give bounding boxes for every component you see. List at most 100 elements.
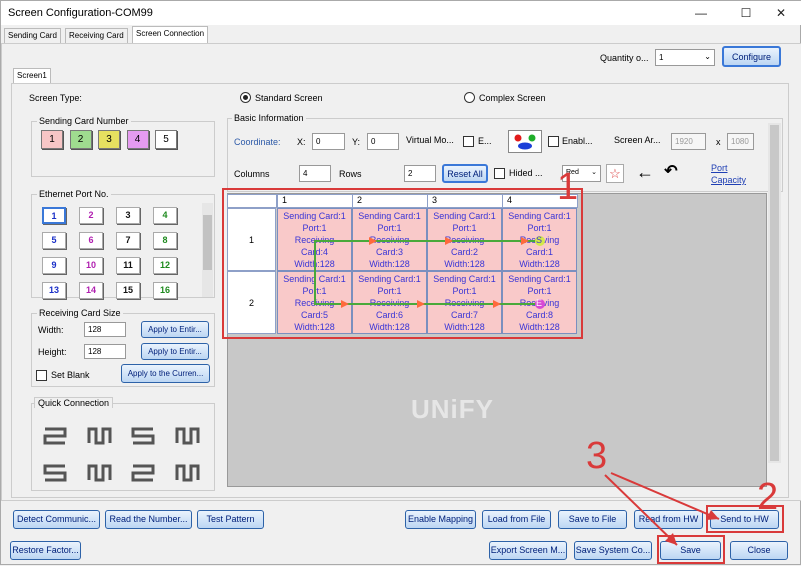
apply-entire-height-button[interactable]: Apply to Entir... <box>141 343 209 360</box>
ethernet-port-15-button[interactable]: 15 <box>116 282 140 299</box>
star-icon[interactable]: ☆ <box>606 164 624 183</box>
rc-size-title: Receiving Card Size <box>37 308 123 318</box>
sending-card-3-button[interactable]: 3 <box>98 130 120 149</box>
ethernet-port-3-button[interactable]: 3 <box>116 207 140 224</box>
annotation-1: 1 <box>557 166 579 208</box>
y-label: Y: <box>352 137 361 147</box>
restore-factory-button[interactable]: Restore Factor... <box>10 541 81 560</box>
ethernet-port-16-button[interactable]: 16 <box>153 282 177 299</box>
quick-connection-pattern-icon[interactable] <box>85 423 115 449</box>
rows-label: Rows <box>339 169 362 179</box>
export-screen-button[interactable]: Export Screen M... <box>489 541 567 560</box>
standard-screen-radio[interactable] <box>240 92 251 103</box>
width-label: Width: <box>38 325 64 335</box>
close-window-button[interactable]: ✕ <box>761 1 801 25</box>
window-title: Screen Configuration-COM99 <box>8 7 153 19</box>
undo-icon[interactable]: ↶ <box>660 163 682 183</box>
ethernet-port-11-button[interactable]: 11 <box>116 257 140 274</box>
quick-connection-pattern-icon[interactable] <box>173 423 203 449</box>
y-input[interactable]: 0 <box>367 133 399 150</box>
save-system-config-button[interactable]: Save System Co... <box>574 541 652 560</box>
ethernet-port-6-button[interactable]: 6 <box>79 232 103 249</box>
tab-receiving-card[interactable]: Receiving Card <box>65 28 128 43</box>
tab-sending-card[interactable]: Sending Card <box>4 28 61 43</box>
set-blank-checkbox[interactable] <box>36 370 47 381</box>
grid-highlight-box <box>222 188 583 339</box>
x-input[interactable]: 0 <box>312 133 345 150</box>
ethernet-scrollbar[interactable] <box>202 203 213 297</box>
load-from-file-button[interactable]: Load from File <box>482 510 551 529</box>
ethernet-port-1-button[interactable]: 1 <box>42 207 66 224</box>
coordinate-label: Coordinate: <box>234 137 281 147</box>
scrollbar-thumb[interactable] <box>203 215 212 270</box>
reset-all-button[interactable]: Reset All <box>442 164 488 183</box>
ethernet-title: Ethernet Port No. <box>37 189 111 199</box>
ethernet-port-8-button[interactable]: 8 <box>153 232 177 249</box>
quick-connection-title: Quick Connection <box>34 397 114 408</box>
save-to-file-button[interactable]: Save to File <box>558 510 627 529</box>
quick-connection-pattern-icon[interactable] <box>129 460 159 486</box>
enable-mapping-button[interactable]: Enable Mapping <box>405 510 476 529</box>
sending-card-4-button[interactable]: 4 <box>126 130 149 149</box>
read-from-hw-button[interactable]: Read from HW <box>634 510 703 529</box>
sending-card-5-button[interactable]: 5 <box>155 130 177 149</box>
port-link[interactable]: Port <box>711 163 728 173</box>
ethernet-port-2-button[interactable]: 2 <box>79 207 103 224</box>
width-input[interactable]: 128 <box>84 322 126 337</box>
scrollbar-thumb[interactable] <box>770 125 779 461</box>
quick-connection-pattern-icon[interactable] <box>173 460 203 486</box>
sending-card-title: Sending Card Number <box>37 116 131 126</box>
ethernet-port-9-button[interactable]: 9 <box>42 257 66 274</box>
basic-info-title: Basic Information <box>232 113 306 123</box>
annotation-3: 3 <box>586 435 608 477</box>
ethernet-port-13-button[interactable]: 13 <box>42 282 66 299</box>
configure-button[interactable]: Configure <box>722 46 781 67</box>
y-value: 0 <box>371 137 376 146</box>
enable-checkbox[interactable] <box>548 136 559 147</box>
tab-screen1[interactable]: Screen1 <box>13 68 51 84</box>
annotation-2: 2 <box>757 476 779 518</box>
screen-area-label: Screen Ar... <box>614 135 661 145</box>
sending-card-1-button[interactable]: 1 <box>41 130 63 149</box>
quantity-select[interactable]: 1 ⌄ <box>655 49 715 66</box>
ethernet-port-5-button[interactable]: 5 <box>42 232 66 249</box>
hided-checkbox[interactable] <box>494 168 505 179</box>
ethernet-port-4-button[interactable]: 4 <box>153 207 177 224</box>
x-value: 0 <box>316 137 321 146</box>
ethernet-port-12-button[interactable]: 12 <box>153 257 177 274</box>
virtual-mode-checkbox[interactable] <box>463 136 474 147</box>
capacity-link[interactable]: Capacity <box>711 175 746 185</box>
close-button[interactable]: Close <box>730 541 788 560</box>
maximize-button[interactable]: ☐ <box>726 1 766 25</box>
quantity-label: Quantity o... <box>600 53 649 63</box>
apply-entire-width-button[interactable]: Apply to Entir... <box>141 321 209 338</box>
arrow-left-icon[interactable]: ← <box>634 163 656 183</box>
ethernet-port-10-button[interactable]: 10 <box>79 257 103 274</box>
ethernet-port-14-button[interactable]: 14 <box>79 282 103 299</box>
virtual-e-label: E... <box>478 136 492 146</box>
apply-current-button[interactable]: Apply to the Curren... <box>121 364 210 383</box>
window: Screen Configuration-COM99 — ☐ ✕ Sending… <box>0 0 801 565</box>
detect-communication-button[interactable]: Detect Communic... <box>13 510 100 529</box>
height-input[interactable]: 128 <box>84 344 126 359</box>
sending-card-2-button[interactable]: 2 <box>69 130 92 149</box>
rgb-color-icon[interactable] <box>508 130 542 153</box>
rows-value: 2 <box>408 169 413 178</box>
columns-input[interactable]: 4 <box>299 165 331 182</box>
screen-area-height-value: 1080 <box>731 137 749 146</box>
quick-connection-pattern-icon[interactable] <box>41 460 71 486</box>
ethernet-port-7-button[interactable]: 7 <box>116 232 140 249</box>
screen-area-width-value: 1920 <box>675 137 693 146</box>
tab-screen-connection[interactable]: Screen Connection <box>132 26 209 44</box>
enable-label: Enabl... <box>562 136 593 146</box>
read-number-button[interactable]: Read the Number... <box>105 510 192 529</box>
rows-input[interactable]: 2 <box>404 165 436 182</box>
test-pattern-button[interactable]: Test Pattern <box>197 510 264 529</box>
quick-connection-pattern-icon[interactable] <box>85 460 115 486</box>
canvas-scrollbar[interactable] <box>768 123 781 463</box>
minimize-button[interactable]: — <box>681 1 721 25</box>
quick-connection-pattern-icon[interactable] <box>41 423 71 449</box>
quick-connection-pattern-icon[interactable] <box>129 423 159 449</box>
standard-screen-label: Standard Screen <box>255 93 323 103</box>
complex-screen-radio[interactable] <box>464 92 475 103</box>
